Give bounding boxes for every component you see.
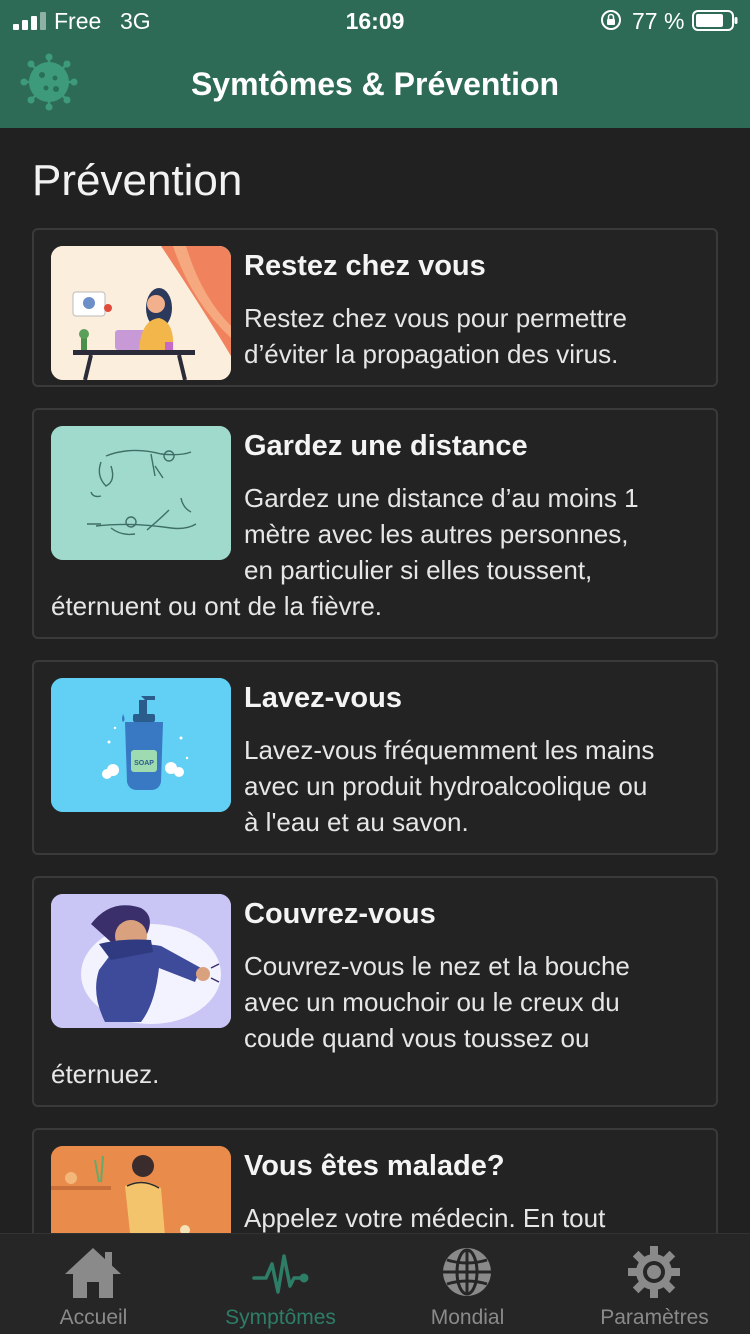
tab-bar: Accueil Symptômes Mondial Paramètres [0, 1233, 750, 1334]
prevention-card-cover-up[interactable]: Couvrez-vous Couvrez-vous le nez et la b… [32, 876, 718, 1107]
card-title: Restez chez vous [244, 250, 486, 282]
prevention-card-stay-home[interactable]: Restez chez vous Restez chez vous pour p… [32, 228, 718, 387]
battery-icon [692, 10, 738, 31]
card-title: Lavez-vous [244, 682, 402, 714]
card-title: Gardez une distance [244, 430, 528, 462]
heartbeat-icon [252, 1254, 309, 1294]
prevention-list[interactable]: Prévention Restez chez vous Restez chez … [0, 128, 750, 1233]
header-title: Symtômes & Prévention [190, 66, 560, 102]
tab-mondial[interactable]: Mondial [374, 1234, 561, 1334]
status-bar: Free 3G 16:09 77 % [0, 0, 750, 42]
card-title: Couvrez-vous [244, 898, 436, 930]
tab-accueil[interactable]: Accueil [0, 1234, 187, 1334]
tab-label: Mondial [430, 1306, 505, 1329]
card-description: Restez chez vous pour permettre d’éviter … [244, 303, 627, 369]
globe-icon [443, 1248, 491, 1296]
tab-label: Symptômes [225, 1306, 336, 1329]
page-title: Prévention [32, 156, 243, 205]
card-description: Appelez votre médecin. En tout [244, 1203, 606, 1233]
card-title: Vous êtes malade? [244, 1150, 505, 1182]
tab-label: Accueil [59, 1306, 128, 1329]
card-description: Couvrez-vous le nez et la bouche avec un… [51, 951, 630, 1089]
card-description: Gardez une distance d’au moins 1 mètre a… [51, 483, 639, 621]
tab-label: Paramètres [600, 1306, 709, 1329]
card-description: Lavez-vous fréquemment les mains avec un… [244, 735, 655, 837]
gear-icon [628, 1246, 680, 1298]
prevention-card-wash-hands[interactable]: SOAP Lavez-vous Lavez-vous fréquemment l… [32, 660, 718, 855]
home-icon [65, 1248, 121, 1298]
tab-parametres[interactable]: Paramètres [561, 1234, 748, 1334]
prevention-card-if-sick[interactable]: Vous êtes malade? Appelez votre médecin.… [32, 1128, 718, 1233]
rotation-lock-icon [601, 10, 621, 30]
battery-percentage: 77 % [632, 8, 685, 34]
tab-symptomes[interactable]: Symptômes [187, 1234, 374, 1334]
app-header: Free 3G 16:09 77 % Symtômes & Prévention [0, 0, 750, 128]
prevention-card-keep-distance[interactable]: Gardez une distance Gardez une distance … [32, 408, 718, 639]
